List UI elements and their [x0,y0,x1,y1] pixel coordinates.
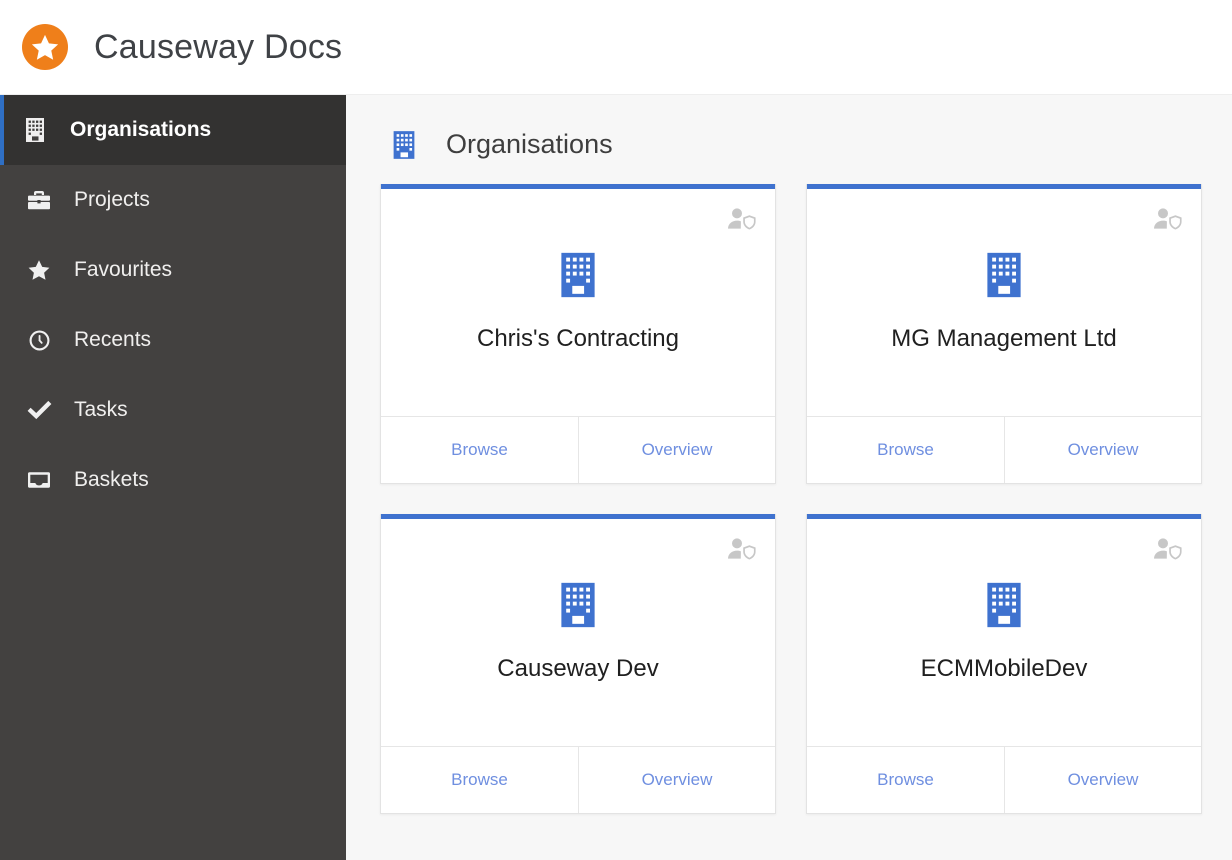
building-icon [390,130,418,160]
user-shield-icon[interactable] [1153,207,1183,231]
sidebar-item-label: Tasks [74,398,128,421]
card-body: MG Management Ltd [807,189,1201,416]
overview-button[interactable]: Overview [1004,747,1201,813]
organisation-name: MG Management Ltd [891,325,1117,353]
organisation-card[interactable]: Chris's Contracting Browse Overview [380,184,776,484]
page-title: Organisations [446,129,613,159]
user-shield-icon[interactable] [727,207,757,231]
user-shield-icon[interactable] [1153,537,1183,561]
sidebar-item-label: Organisations [70,118,212,141]
sidebar-item-label: Favourites [74,258,173,281]
organisation-card-grid: Chris's Contracting Browse Overview MG M… [380,184,1206,814]
organisation-name: Causeway Dev [497,655,659,683]
browse-button[interactable]: Browse [381,747,578,813]
sidebar-item-label: Recents [74,328,152,351]
building-icon [20,117,50,143]
sidebar-item-label: Baskets [74,468,149,491]
building-icon [556,581,600,629]
browse-button[interactable]: Browse [807,747,1004,813]
page-header: Organisations [380,129,1206,160]
star-badge-icon[interactable] [22,24,68,70]
user-shield-icon[interactable] [727,537,757,561]
browse-button[interactable]: Browse [381,417,578,483]
organisation-name: Chris's Contracting [477,325,679,353]
card-actions: Browse Overview [807,746,1201,813]
sidebar-item-tasks[interactable]: Tasks [0,375,346,445]
app-title: Causeway Docs [94,27,343,66]
organisation-name: ECMMobileDev [920,655,1088,683]
sidebar-item-recents[interactable]: Recents [0,305,346,375]
sidebar-item-label: Projects [74,188,150,211]
sidebar-item-favourites[interactable]: Favourites [0,235,346,305]
organisation-card[interactable]: MG Management Ltd Browse Overview [806,184,1202,484]
card-body: Causeway Dev [381,519,775,746]
building-icon [982,581,1026,629]
main-content: Organisations Chris's Contracting Browse… [346,95,1232,860]
sidebar-item-baskets[interactable]: Baskets [0,445,346,515]
card-actions: Browse Overview [381,746,775,813]
card-actions: Browse Overview [381,416,775,483]
inbox-icon [24,470,54,490]
overview-button[interactable]: Overview [1004,417,1201,483]
building-icon [556,251,600,299]
overview-button[interactable]: Overview [578,747,775,813]
sidebar-item-organisations[interactable]: Organisations [0,95,346,165]
card-body: ECMMobileDev [807,519,1201,746]
card-body: Chris's Contracting [381,189,775,416]
sidebar-item-projects[interactable]: Projects [0,165,346,235]
building-icon [982,251,1026,299]
star-icon [24,259,54,282]
overview-button[interactable]: Overview [578,417,775,483]
browse-button[interactable]: Browse [807,417,1004,483]
clock-icon [24,329,54,352]
body-split: Organisations Projects Favourites Recent… [0,95,1232,860]
card-actions: Browse Overview [807,416,1201,483]
sidebar: Organisations Projects Favourites Recent… [0,95,346,860]
app-root: Causeway Docs Organisations Projects Fav… [0,0,1232,860]
check-icon [24,400,54,420]
organisation-card[interactable]: Causeway Dev Browse Overview [380,514,776,814]
organisation-card[interactable]: ECMMobileDev Browse Overview [806,514,1202,814]
app-header: Causeway Docs [0,0,1232,95]
briefcase-icon [24,189,54,211]
